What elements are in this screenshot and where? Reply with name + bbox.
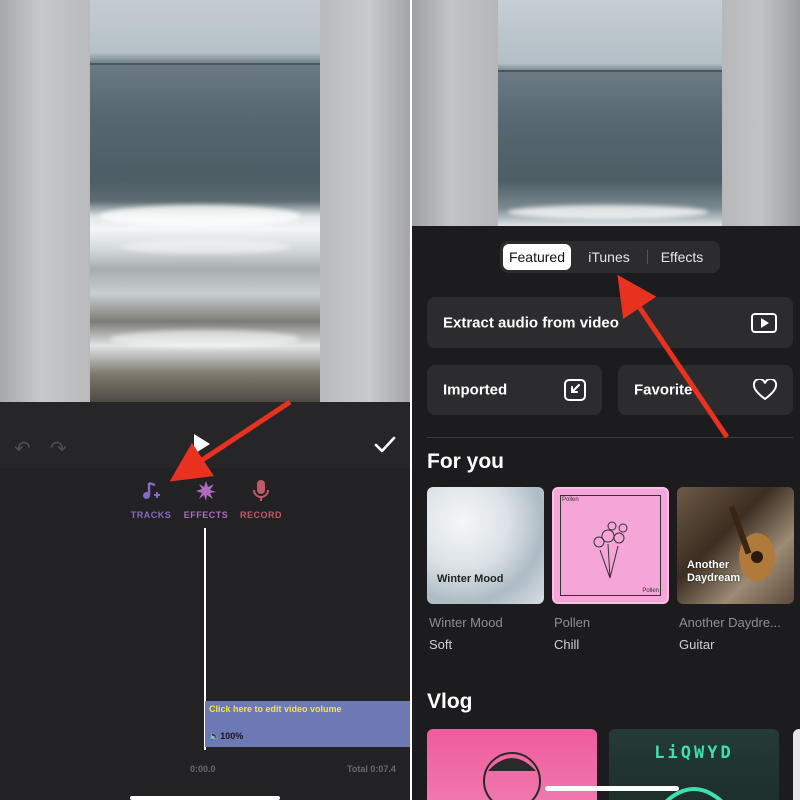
home-indicator: [545, 786, 679, 791]
record-label: RECORD: [239, 510, 282, 520]
flower-illustration: [593, 521, 628, 579]
import-icon: [564, 379, 586, 401]
portrait-illustration: [483, 752, 541, 800]
video-volume-strip[interactable]: Click here to edit video volume 🔈100%: [205, 701, 410, 747]
album-cover-label: Winter Mood: [437, 573, 504, 585]
favorite-label: Favorite: [634, 381, 693, 399]
vlog-card[interactable]: [793, 729, 800, 800]
vlog-title: Vlog: [427, 690, 473, 713]
video-play-icon: [751, 312, 777, 333]
album-cover-label-2: Pollen: [642, 588, 659, 594]
home-indicator: [130, 796, 280, 800]
undo-icon[interactable]: ↶: [14, 436, 31, 461]
heart-icon: [753, 379, 777, 401]
video-preview[interactable]: [412, 0, 800, 226]
video-preview[interactable]: [0, 0, 410, 402]
wave-foam: [110, 330, 300, 348]
album-cover-label: Another Daydream: [687, 559, 741, 584]
horizon-line: [498, 70, 722, 72]
volume-strip-title: Click here to edit video volume: [209, 704, 342, 714]
redo-icon[interactable]: ↷: [50, 436, 67, 461]
album-genre: Chill: [554, 637, 580, 652]
tab-effects[interactable]: Effects: [648, 244, 716, 270]
imported-label: Imported: [443, 381, 508, 399]
time-start: 0:00.0: [190, 764, 216, 774]
editor-panel: ↶ ↷ TRACKS EFFECTS RECORD Click here to …: [0, 0, 410, 800]
album-cover-winter-mood[interactable]: Winter Mood: [427, 487, 544, 604]
music-panel: Featured iTunes Effects Extract audio fr…: [412, 0, 800, 800]
play-icon[interactable]: [194, 434, 210, 454]
album-title: Another Daydre...: [679, 615, 781, 630]
imported-button[interactable]: Imported: [427, 365, 602, 415]
sparkle-icon: [196, 481, 216, 501]
for-you-title: For you: [427, 450, 504, 473]
microphone-icon: [253, 480, 269, 501]
tab-itunes[interactable]: iTunes: [576, 244, 642, 270]
record-button[interactable]: RECORD: [226, 478, 296, 520]
music-note-plus-icon: [143, 481, 160, 499]
album-cover-pollen[interactable]: Pollen Pollen: [552, 487, 669, 604]
wave-foam: [100, 205, 300, 227]
source-tabs: Featured iTunes Effects: [500, 241, 720, 273]
tab-featured[interactable]: Featured: [503, 244, 571, 270]
album-genre: Soft: [429, 637, 453, 652]
video-frame: [90, 0, 320, 402]
album-genre: Guitar: [679, 637, 715, 652]
album-title: Pollen: [554, 615, 591, 630]
checkmark-icon[interactable]: [373, 433, 397, 457]
album-cover-label: Pollen: [562, 497, 579, 503]
vlog-card-logo: LiQWYD: [654, 743, 734, 763]
horizon-line: [90, 63, 320, 65]
time-total: Total 0:07.4: [347, 764, 396, 774]
wave-foam: [508, 205, 708, 219]
album-cover-another-daydream[interactable]: Another Daydream: [677, 487, 794, 604]
album-title: Winter Mood: [429, 615, 503, 630]
volume-percent: 🔈100%: [209, 731, 244, 741]
extract-audio-label: Extract audio from video: [443, 314, 619, 331]
video-frame: [498, 0, 722, 226]
headphones-illustration: [665, 787, 723, 800]
extract-audio-button[interactable]: Extract audio from video: [427, 297, 793, 348]
wave-foam: [120, 240, 290, 254]
favorite-button[interactable]: Favorite: [618, 365, 793, 415]
section-divider: [427, 437, 793, 438]
